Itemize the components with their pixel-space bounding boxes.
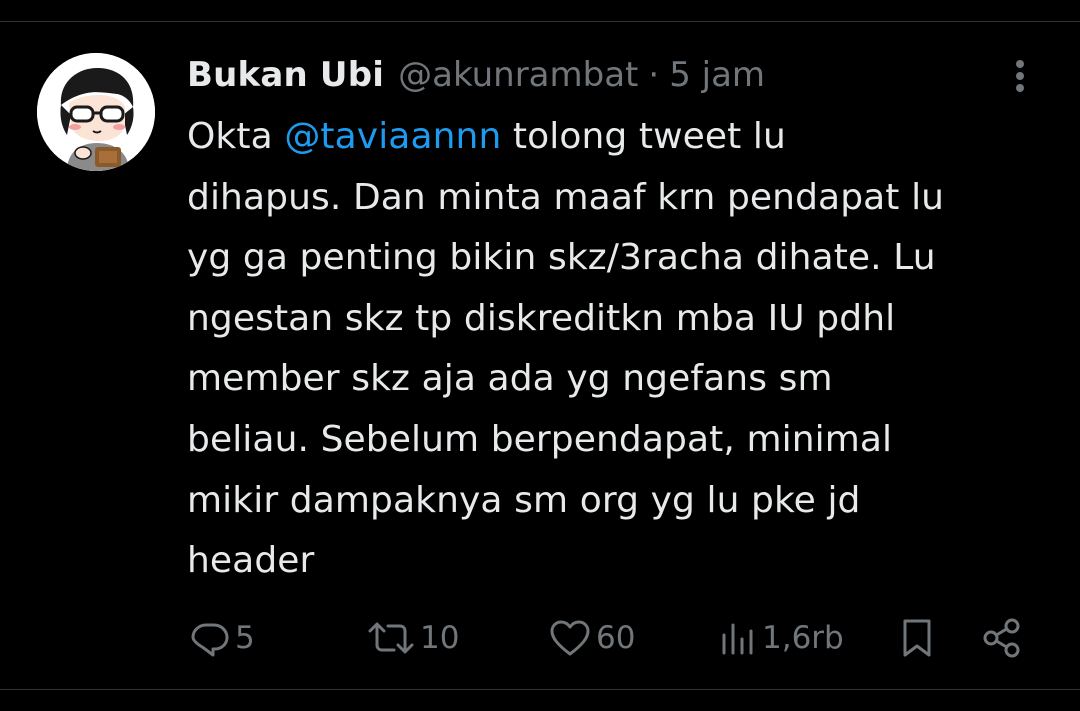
more-options-button[interactable]	[1004, 56, 1036, 100]
author-handle[interactable]: @akunrambat	[398, 55, 638, 95]
header-separator: ·	[648, 55, 660, 95]
share-icon	[983, 618, 1020, 658]
tweet-header: Bukan Ubi @akunrambat · 5 jam	[187, 52, 765, 98]
tweet-text-line: mikir dampaknya sm org yg lu pke jd	[187, 479, 861, 521]
tweet-timestamp[interactable]: 5 jam	[669, 55, 765, 95]
bookmark-icon	[903, 619, 931, 657]
views-count: 1,6rb	[762, 620, 844, 656]
bottom-divider	[0, 689, 1080, 690]
tweet-text-line: ngestan skz tp diskreditkn mba IU pdhl	[187, 297, 896, 339]
views-button[interactable]: 1,6rb	[718, 610, 844, 666]
tweet-text-line: yg ga penting bikin skz/3racha dihate. L…	[187, 237, 936, 279]
bookmark-button[interactable]	[899, 610, 935, 666]
retweet-count: 10	[420, 620, 460, 656]
tweet-text-line: header	[187, 540, 315, 582]
tweet-text-segment: tolong tweet lu	[501, 116, 786, 157]
avatar-illustration	[37, 53, 155, 171]
avatar[interactable]	[37, 53, 155, 171]
tweet-actions: 5 10 60 1,6rb	[0, 610, 1080, 666]
tweet-text-line: Okta @taviaannn tolong tweet lu	[187, 107, 1067, 168]
reply-count: 5	[235, 620, 255, 656]
like-button[interactable]: 60	[548, 610, 635, 666]
mention-link[interactable]: @taviaannn	[284, 116, 501, 157]
tweet-text: Okta @taviaannn tolong tweet lu dihapus.…	[187, 107, 1067, 592]
top-divider	[0, 21, 1080, 22]
views-icon	[722, 623, 753, 655]
tweet-text-line: dihapus. Dan minta maaf krn pendapat lu	[187, 176, 945, 218]
retweet-button[interactable]: 10	[366, 610, 459, 666]
tweet-text-line: beliau. Sebelum berpendapat, minimal	[187, 418, 893, 460]
tweet-text-line: member skz aja ada yg ngefans sm	[187, 358, 833, 400]
like-count: 60	[596, 620, 636, 656]
reply-icon	[191, 623, 229, 657]
more-icon	[1016, 60, 1024, 92]
tweet-text-segment: Okta	[187, 116, 285, 157]
author-display-name[interactable]: Bukan Ubi	[187, 55, 384, 95]
retweet-icon	[368, 622, 414, 654]
reply-button[interactable]: 5	[189, 610, 255, 666]
like-icon	[550, 620, 590, 656]
share-button[interactable]	[981, 610, 1023, 666]
